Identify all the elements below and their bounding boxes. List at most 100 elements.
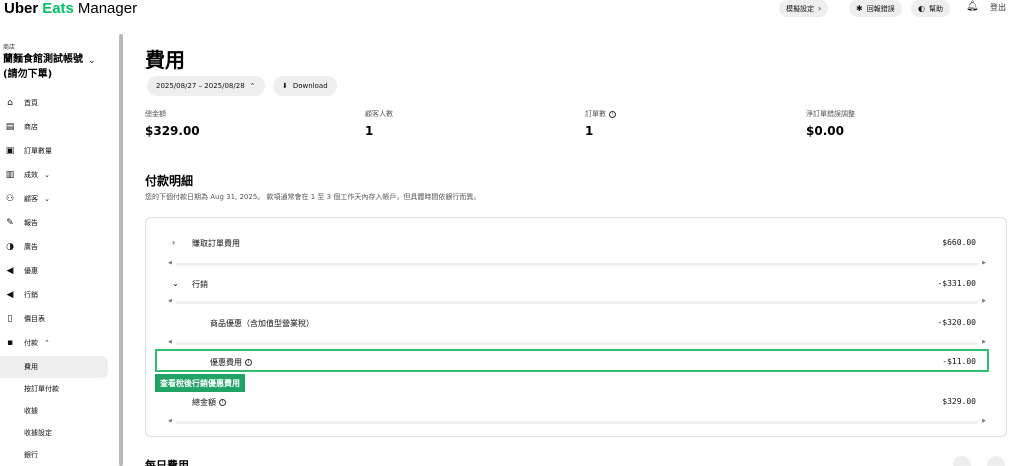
sidebar-item-offers[interactable]: ◀ 優惠: [0, 260, 108, 282]
book-icon: ▯: [7, 314, 13, 324]
bell-icon[interactable]: 🔔︎: [966, 1, 979, 12]
bar-chart-icon: ▥: [5, 170, 15, 180]
sidebar-scrollbar[interactable]: [119, 34, 123, 466]
uber-eats-manager-logo[interactable]: Uber Eats Manager: [4, 0, 137, 18]
report-bug-label: 回報錯誤: [866, 4, 895, 13]
store-name[interactable]: 蘭麵食館測試帳號(請勿下單): [3, 52, 95, 82]
scroll-left-icon[interactable]: ◀: [168, 339, 172, 345]
scroll-left-icon[interactable]: ◀: [168, 418, 172, 424]
bug-icon: ✱: [856, 4, 863, 13]
scroll-track: [176, 421, 978, 424]
daily-fees-title: 每日費用: [145, 459, 189, 466]
chevron-right-icon: ›: [818, 4, 822, 13]
stat-value-customers: 1: [365, 124, 374, 138]
info-icon[interactable]: i: [219, 399, 226, 406]
store-label: 商店: [3, 44, 16, 51]
simulation-settings-button[interactable]: 模擬設定 ›: [779, 0, 829, 17]
people-icon: ⚇: [5, 194, 15, 204]
sidebar-item-label: 顧客: [24, 195, 38, 203]
stat-value-orders: 1: [585, 124, 594, 138]
row-label-wrap: 總金額 i: [192, 397, 226, 408]
row-scrollbar[interactable]: ◀ ▶: [168, 298, 986, 306]
row-scrollbar[interactable]: ◀ ▶: [168, 339, 986, 347]
prev-page-button[interactable]: [953, 456, 971, 466]
row-amount: -$320.00: [937, 318, 976, 327]
sidebar-item-store[interactable]: ▤ 商店: [0, 116, 108, 138]
stat-label-orders-wrap: 訂單數 i: [585, 109, 616, 119]
row-amount: -$331.00: [937, 279, 976, 288]
headset-icon: ◐: [918, 4, 925, 13]
sidebar-item-label: 訂單數量: [24, 147, 52, 155]
report-bug-button[interactable]: ✱ 回報錯誤: [849, 0, 902, 17]
chevron-down-icon[interactable]: ⌄: [88, 56, 96, 66]
scroll-right-icon[interactable]: ▶: [982, 298, 986, 304]
report-icon: ✎: [6, 218, 14, 228]
sidebar-item-orders[interactable]: ▣ 訂單數量: [0, 140, 108, 162]
sidebar-item-menu[interactable]: ▯ 價目表: [0, 308, 108, 330]
chevron-up-icon: ⌃: [249, 82, 256, 90]
download-icon: ⬇: [282, 82, 288, 90]
sidebar-item-label: 廣告: [24, 243, 38, 251]
stat-label-total: 總金額: [145, 110, 166, 118]
sidebar-subitem-label: 收據: [24, 407, 38, 415]
logo-uber-text: Uber: [4, 0, 39, 17]
download-button[interactable]: ⬇ Download: [273, 76, 337, 96]
chevron-down-icon[interactable]: ⌄: [172, 279, 179, 288]
sidebar-subitem-receipt-settings[interactable]: 收據設定: [0, 422, 108, 444]
scroll-right-icon[interactable]: ▶: [982, 260, 986, 266]
chevron-up-icon: ⌃: [44, 339, 50, 347]
scroll-left-icon[interactable]: ◀: [168, 298, 172, 304]
chevron-down-icon: ⌄: [44, 171, 50, 179]
chevron-down-icon: ⌄: [44, 195, 50, 203]
sidebar-item-label: 優惠: [24, 267, 38, 275]
sidebar-subitem-label: 按訂單付款: [24, 385, 59, 393]
stat-value-total: $329.00: [145, 124, 200, 138]
receipt-icon: ▣: [5, 146, 15, 156]
next-page-button[interactable]: [987, 456, 1005, 466]
row-scrollbar[interactable]: ◀ ▶: [168, 418, 986, 426]
megaphone-icon: ◀: [6, 290, 14, 300]
sidebar-subitem-fees[interactable]: 費用: [0, 356, 108, 378]
sidebar-subitem-label: 銀行: [24, 451, 38, 459]
sidebar-item-label: 首頁: [24, 99, 38, 107]
row-label: 商品優惠（含加值型營業稅）: [210, 319, 314, 328]
row-scrollbar[interactable]: ◀ ▶: [168, 260, 986, 268]
sidebar-item-label: 商店: [24, 123, 38, 131]
top-header: Uber Eats Manager 模擬設定 › ✱ 回報錯誤 ◐ 幫助 🔔︎ …: [0, 0, 1024, 22]
stat-label-customers: 顧客人數: [365, 110, 393, 118]
sidebar-subitem-pay-per-order[interactable]: 按訂單付款: [0, 378, 108, 400]
sidebar-subitem-receipts[interactable]: 收據: [0, 400, 108, 422]
wallet-icon: ▪: [6, 338, 14, 348]
sidebar-item-reports[interactable]: ✎ 報告: [0, 212, 108, 234]
scroll-track: [176, 263, 978, 266]
sidebar-item-customers[interactable]: ⚇ 顧客 ⌄: [0, 188, 108, 210]
highlight-tooltip-label: 查看稅後行銷優惠費用: [155, 374, 245, 392]
scroll-left-icon[interactable]: ◀: [168, 260, 172, 266]
logout-link[interactable]: 登出: [990, 2, 1006, 13]
date-range-picker[interactable]: 2025/08/27 – 2025/08/28 ⌃: [147, 76, 265, 96]
date-range-label: 2025/08/27 – 2025/08/28: [156, 82, 245, 90]
chevron-right-icon[interactable]: ›: [172, 238, 175, 247]
row-amount: $660.00: [942, 238, 976, 247]
scroll-right-icon[interactable]: ▶: [982, 418, 986, 424]
megaphone-icon: ◀: [6, 266, 14, 276]
home-icon: ⌂: [7, 98, 13, 108]
info-icon[interactable]: i: [609, 110, 616, 118]
stat-value-order-error: $0.00: [806, 124, 844, 138]
row-label: 行銷: [192, 280, 208, 289]
ads-icon: ◑: [6, 242, 14, 252]
sidebar-item-performance[interactable]: ▥ 成效 ⌄: [0, 164, 108, 186]
sidebar-subitem-label: 收據設定: [24, 429, 52, 437]
page-title: 費用: [145, 48, 185, 72]
payment-details-title: 付款明細: [145, 174, 194, 188]
sidebar-item-payments[interactable]: ▪ 付款 ⌃: [0, 332, 108, 354]
sidebar-subitem-bank[interactable]: 銀行: [0, 444, 108, 466]
sidebar-item-marketing[interactable]: ◀ 行銷: [0, 284, 108, 306]
simulation-settings-label: 模擬設定: [786, 4, 814, 13]
scroll-right-icon[interactable]: ▶: [982, 339, 986, 345]
stat-label-order-error: 淨訂單錯誤調整: [806, 110, 855, 118]
help-button[interactable]: ◐ 幫助: [911, 0, 950, 17]
sidebar-item-ads[interactable]: ◑ 廣告: [0, 236, 108, 258]
download-label: Download: [292, 82, 328, 90]
sidebar-item-home[interactable]: ⌂ 首頁: [0, 92, 108, 114]
